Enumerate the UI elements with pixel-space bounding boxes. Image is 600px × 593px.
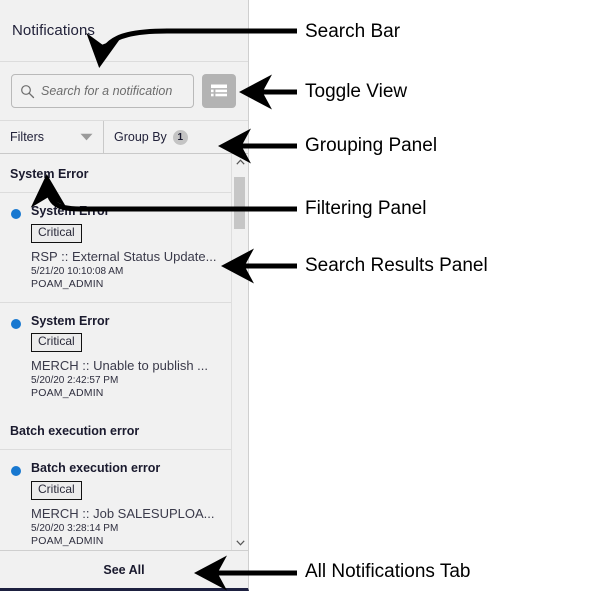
notification-list-item[interactable]: System ErrorCriticalMERCH :: Unable to p… [0,303,231,412]
notification-group-header: Batch execution error [0,411,231,451]
notification-title: System Error [31,204,110,218]
vertical-scrollbar[interactable] [231,154,248,550]
notification-title: Batch execution error [31,461,161,476]
notification-group-header: System Error [0,154,231,193]
notification-user: POAM_ADMIN [31,277,104,290]
groupby-label: Group By [114,130,167,144]
chevron-down-icon [80,133,93,141]
annotation-label-all-notifications-tab: All Notifications Tab [305,561,471,582]
scroll-up-button[interactable] [235,154,245,169]
notification-list-item[interactable]: Batch execution errorCriticalMERCH :: Jo… [0,450,231,550]
unread-dot-icon [11,209,21,219]
groupby-tab[interactable]: Group By 1 [104,121,248,153]
chevron-up-icon [235,158,245,165]
annotation-label-grouping-panel: Grouping Panel [305,135,438,156]
annotation-label-search-results-panel: Search Results Panel [305,255,488,276]
see-all-button[interactable]: See All [0,550,248,588]
search-input[interactable] [41,84,185,98]
status-badge: Critical [31,223,82,243]
status-badge: Critical [31,333,82,353]
notification-body: Batch execution errorCriticalMERCH :: Jo… [31,461,223,547]
notification-user: POAM_ADMIN [31,534,104,547]
filters-tab[interactable]: Filters [0,121,104,153]
notifications-panel: Notifications Filters [0,0,249,591]
notification-user: POAM_ADMIN [31,387,104,400]
filters-label: Filters [10,130,45,144]
notification-message: RSP :: External Status Update... [31,248,217,264]
notification-body: System ErrorCriticalRSP :: External Stat… [31,204,223,290]
notification-body: System ErrorCriticalMERCH :: Unable to p… [31,313,223,400]
annotation-label-search-bar: Search Bar [305,21,401,42]
notification-title: System Error [31,313,110,328]
see-all-label: See All [103,562,145,577]
notification-message: MERCH :: Unable to publish ... [31,358,209,374]
notification-timestamp: 5/21/20 10:10:08 AM [31,265,124,277]
grouping-filter-bar: Filters Group By 1 [0,121,248,154]
list-view-icon [211,84,227,97]
scroll-down-button[interactable] [235,535,245,550]
search-results-panel: System Error System Error Critical RSP :: E… [0,154,248,550]
search-bar [0,62,248,121]
scrollbar-thumb[interactable] [234,177,245,229]
annotation-label-filtering-panel: Filtering Panel [305,198,427,219]
notification-message: MERCH :: Job SALESUPLOA... [31,505,215,521]
unread-dot-icon [11,466,21,477]
notifications-list[interactable]: System Error System Error Critical RSP :: E… [0,154,231,550]
search-icon [21,84,35,98]
chevron-down-icon [235,539,245,546]
scrollbar-track[interactable] [232,169,248,535]
groupby-count-badge: 1 [172,129,188,145]
toggle-view-button[interactable] [202,74,236,108]
search-box[interactable] [11,74,194,108]
page-title: Notifications [12,22,96,39]
notification-list-item[interactable]: System ErrorCriticalRSP :: External Stat… [0,193,231,303]
unread-dot-icon [11,318,21,329]
status-badge: Critical [31,480,82,500]
annotation-label-toggle-view: Toggle View [305,81,408,102]
notification-timestamp: 5/20/20 2:42:57 PM [31,375,119,387]
notification-timestamp: 5/20/20 3:28:14 PM [31,522,119,534]
panel-header: Notifications [0,0,248,62]
